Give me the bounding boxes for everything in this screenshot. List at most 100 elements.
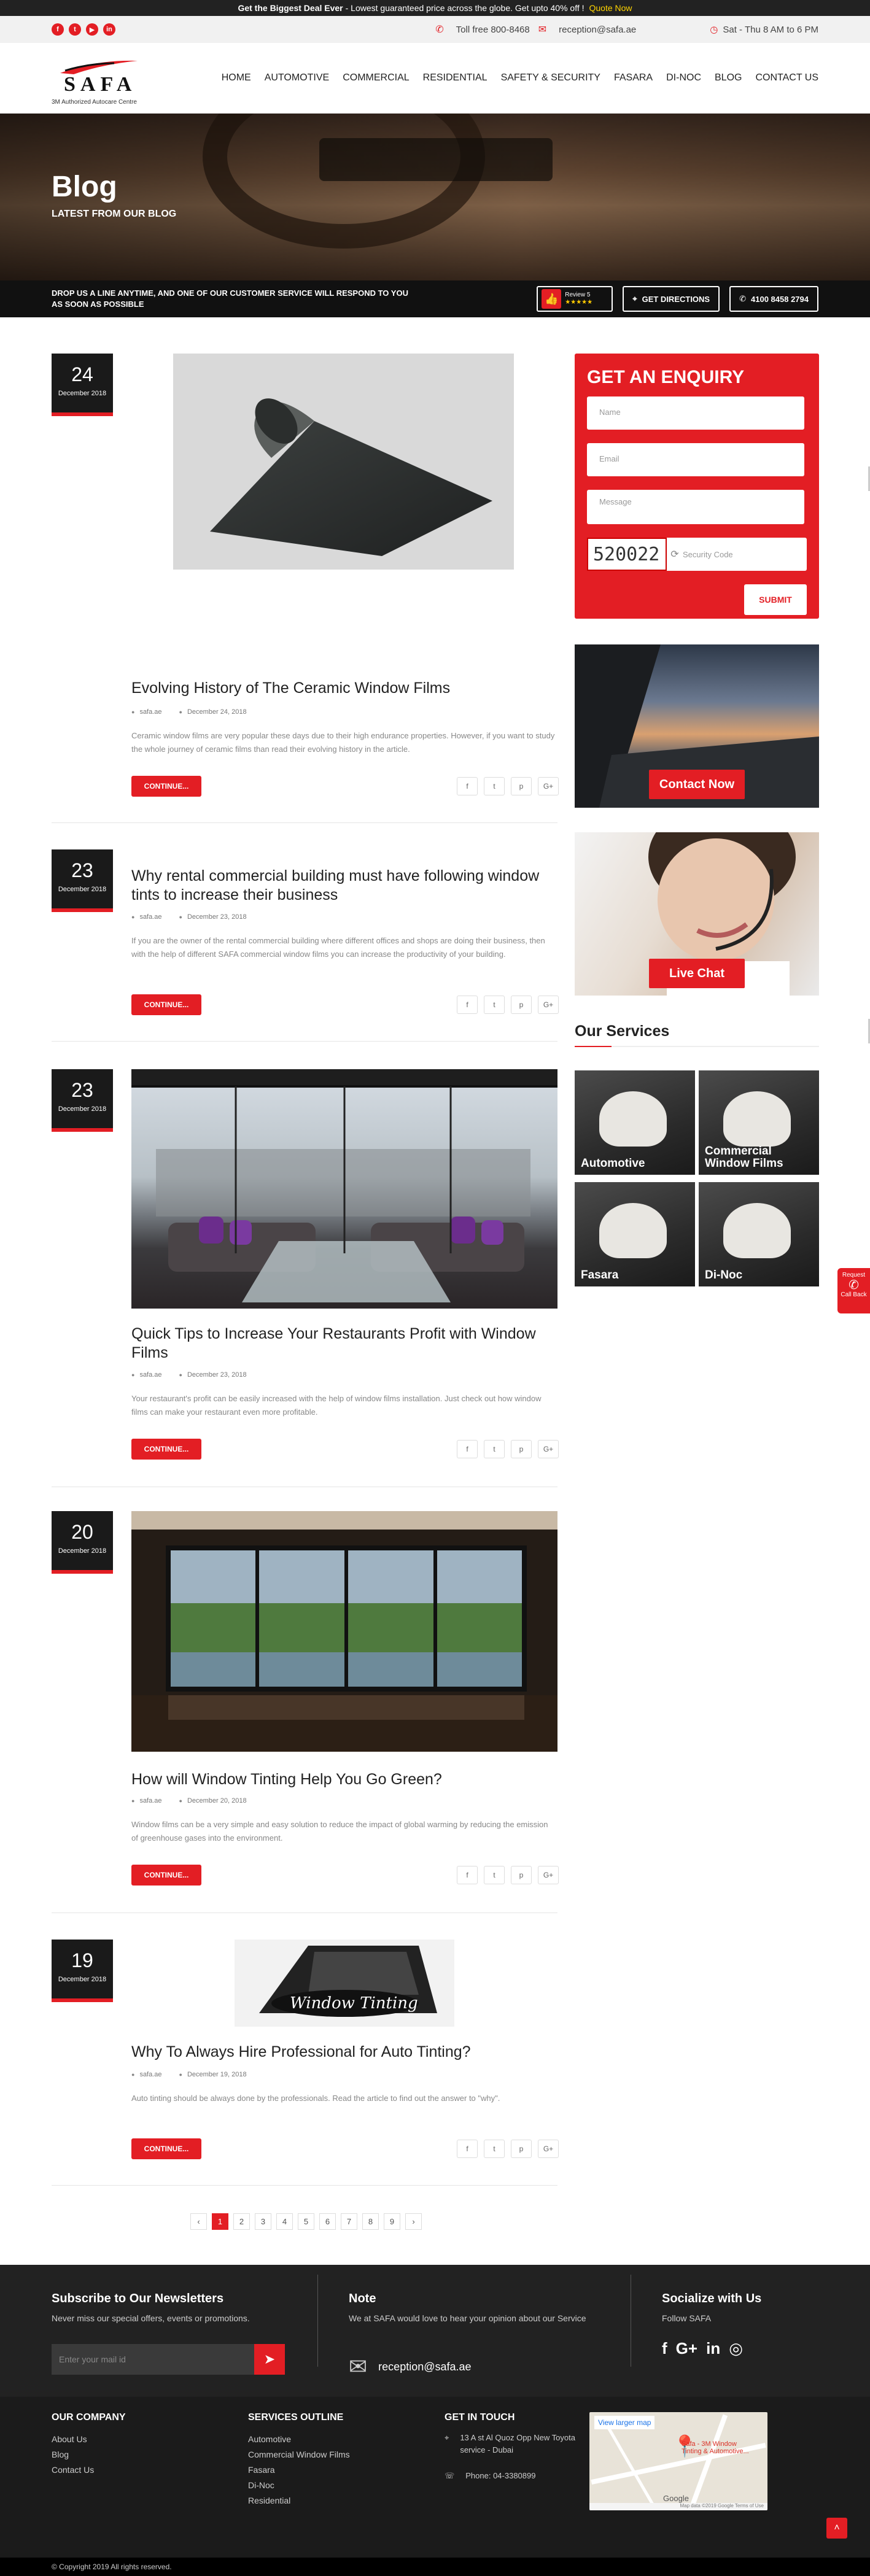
share-twitter-icon[interactable]: t — [484, 1866, 505, 1884]
footer-link-commercial[interactable]: Commercial Window Films — [248, 2447, 350, 2462]
newsletter-email-input[interactable]: Enter your mail id — [52, 2344, 254, 2375]
post-image-ceramic-film[interactable] — [173, 354, 514, 570]
nav-fasara[interactable]: FASARA — [614, 72, 653, 83]
whatsapp-button[interactable]: ✆ 4100 8458 2794 — [729, 286, 818, 312]
share-twitter-icon[interactable]: t — [484, 996, 505, 1014]
note-email-link[interactable]: reception@safa.ae — [378, 2361, 471, 2373]
service-tile-fasara[interactable]: Fasara — [575, 1182, 695, 1286]
share-pinterest-icon[interactable]: p — [511, 777, 532, 795]
page-2[interactable]: 2 — [233, 2213, 250, 2230]
footer-link-automotive[interactable]: Automotive — [248, 2432, 350, 2447]
service-tile-commercial[interactable]: Commercial Window Films — [699, 1070, 819, 1175]
location-map[interactable]: View larger map 📍 Safa - 3M Window Tinti… — [589, 2412, 767, 2510]
nav-commercial[interactable]: COMMERCIAL — [343, 72, 409, 83]
share-pinterest-icon[interactable]: p — [511, 2140, 532, 2158]
page-7[interactable]: 7 — [341, 2213, 357, 2230]
footer-link-residential[interactable]: Residential — [248, 2493, 350, 2508]
service-tile-automotive[interactable]: Automotive — [575, 1070, 695, 1175]
facebook-icon[interactable]: f — [52, 23, 64, 36]
footer-linkedin-icon[interactable]: in — [706, 2339, 720, 2358]
post-image-window-view[interactable] — [131, 1511, 557, 1752]
footer-google-plus-icon[interactable]: G+ — [676, 2339, 697, 2358]
youtube-icon[interactable]: ▶ — [86, 23, 98, 36]
post-title[interactable]: Why To Always Hire Professional for Auto… — [131, 2043, 555, 2062]
share-facebook-icon[interactable]: f — [457, 996, 478, 1014]
post-title[interactable]: Why rental commercial building must have… — [131, 867, 555, 905]
email-field[interactable]: Email — [587, 443, 804, 476]
share-pinterest-icon[interactable]: p — [511, 1440, 532, 1458]
services-outline-title: SERVICES OUTLINE — [248, 2412, 344, 2423]
page-1[interactable]: 1 — [212, 2213, 228, 2230]
message-field[interactable]: Message — [587, 490, 804, 524]
share-google-plus-icon[interactable]: G+ — [538, 777, 559, 795]
share-facebook-icon[interactable]: f — [457, 1866, 478, 1884]
share-twitter-icon[interactable]: t — [484, 777, 505, 795]
live-chat-button[interactable]: Live Chat — [649, 959, 745, 988]
share-twitter-icon[interactable]: t — [484, 2140, 505, 2158]
share-google-plus-icon[interactable]: G+ — [538, 2140, 559, 2158]
nav-residential[interactable]: RESIDENTIAL — [423, 72, 487, 83]
nav-safety-security[interactable]: SAFETY & SECURITY — [501, 72, 600, 83]
footer-link-blog[interactable]: Blog — [52, 2447, 126, 2462]
request-callback-button[interactable]: Request ✆ Call Back — [837, 1268, 870, 1313]
footer-link-fasara[interactable]: Fasara — [248, 2462, 350, 2478]
footer-link-contact[interactable]: Contact Us — [52, 2462, 126, 2478]
view-larger-map-link[interactable]: View larger map — [594, 2416, 655, 2429]
security-code-field[interactable]: Security Code — [683, 538, 733, 571]
post-image-restaurant[interactable] — [131, 1069, 557, 1309]
page-3[interactable]: 3 — [255, 2213, 271, 2230]
review-badge[interactable]: 👍 Review 5 ★★★★★ — [537, 286, 613, 312]
continue-button[interactable]: CONTINUE... — [131, 1439, 201, 1460]
footer-link-di-noc[interactable]: Di-Noc — [248, 2478, 350, 2493]
continue-button[interactable]: CONTINUE... — [131, 994, 201, 1015]
post-title[interactable]: Quick Tips to Increase Your Restaurants … — [131, 1325, 555, 1363]
share-facebook-icon[interactable]: f — [457, 1440, 478, 1458]
footer-facebook-icon[interactable]: f — [662, 2339, 667, 2358]
linkedin-icon[interactable]: in — [103, 23, 115, 36]
email-link[interactable]: reception@safa.ae — [559, 25, 636, 35]
pagination-next[interactable]: › — [405, 2213, 422, 2230]
service-tile-di-noc[interactable]: Di-Noc — [699, 1182, 819, 1286]
quote-now-link[interactable]: Quote Now — [589, 3, 632, 13]
site-logo[interactable]: SAFA 3M Authorized Autocare Centre — [52, 47, 156, 109]
twitter-icon[interactable]: t — [69, 23, 81, 36]
post-title[interactable]: Evolving History of The Ceramic Window F… — [131, 679, 555, 698]
share-google-plus-icon[interactable]: G+ — [538, 1440, 559, 1458]
share-facebook-icon[interactable]: f — [457, 777, 478, 795]
post-title[interactable]: How will Window Tinting Help You Go Gree… — [131, 1770, 555, 1789]
page-5[interactable]: 5 — [298, 2213, 314, 2230]
send-icon[interactable]: ➤ — [254, 2344, 285, 2375]
nav-automotive[interactable]: AUTOMOTIVE — [265, 72, 330, 83]
nav-blog[interactable]: BLOG — [715, 72, 742, 83]
pagination-prev[interactable]: ‹ — [190, 2213, 207, 2230]
page-8[interactable]: 8 — [362, 2213, 379, 2230]
share-google-plus-icon[interactable]: G+ — [538, 996, 559, 1014]
promo-bar: Get the Biggest Deal Ever - Lowest guara… — [0, 0, 870, 16]
back-to-top-button[interactable]: ˄ — [826, 2518, 847, 2539]
post-image-window-tinting[interactable]: Window Tinting — [235, 1940, 454, 2027]
submit-button[interactable]: SUBMIT — [744, 584, 807, 615]
page-4[interactable]: 4 — [276, 2213, 293, 2230]
get-directions-button[interactable]: ⌖ GET DIRECTIONS — [623, 286, 720, 312]
socialize-title: Socialize with Us — [662, 2292, 762, 2305]
phone-link[interactable]: Toll free 800-8468 — [456, 25, 530, 35]
continue-button[interactable]: CONTINUE... — [131, 776, 201, 797]
nav-contact-us[interactable]: CONTACT US — [755, 72, 818, 83]
share-twitter-icon[interactable]: t — [484, 1440, 505, 1458]
footer-instagram-icon[interactable]: ◎ — [729, 2339, 743, 2358]
footer-link-about[interactable]: About Us — [52, 2432, 126, 2447]
page-9[interactable]: 9 — [384, 2213, 400, 2230]
share-google-plus-icon[interactable]: G+ — [538, 1866, 559, 1884]
page-6[interactable]: 6 — [319, 2213, 336, 2230]
nav-di-noc[interactable]: DI-NOC — [666, 72, 701, 83]
share-pinterest-icon[interactable]: p — [511, 996, 532, 1014]
nav-home[interactable]: HOME — [222, 72, 251, 83]
share-facebook-icon[interactable]: f — [457, 2140, 478, 2158]
share-pinterest-icon[interactable]: p — [511, 1866, 532, 1884]
contact-now-button[interactable]: Contact Now — [649, 770, 745, 799]
continue-button[interactable]: CONTINUE... — [131, 2138, 201, 2159]
post-author: safa.ae — [131, 1797, 161, 1804]
refresh-icon[interactable]: ⟳ — [667, 538, 683, 571]
continue-button[interactable]: CONTINUE... — [131, 1865, 201, 1886]
name-field[interactable]: Name — [587, 396, 804, 430]
